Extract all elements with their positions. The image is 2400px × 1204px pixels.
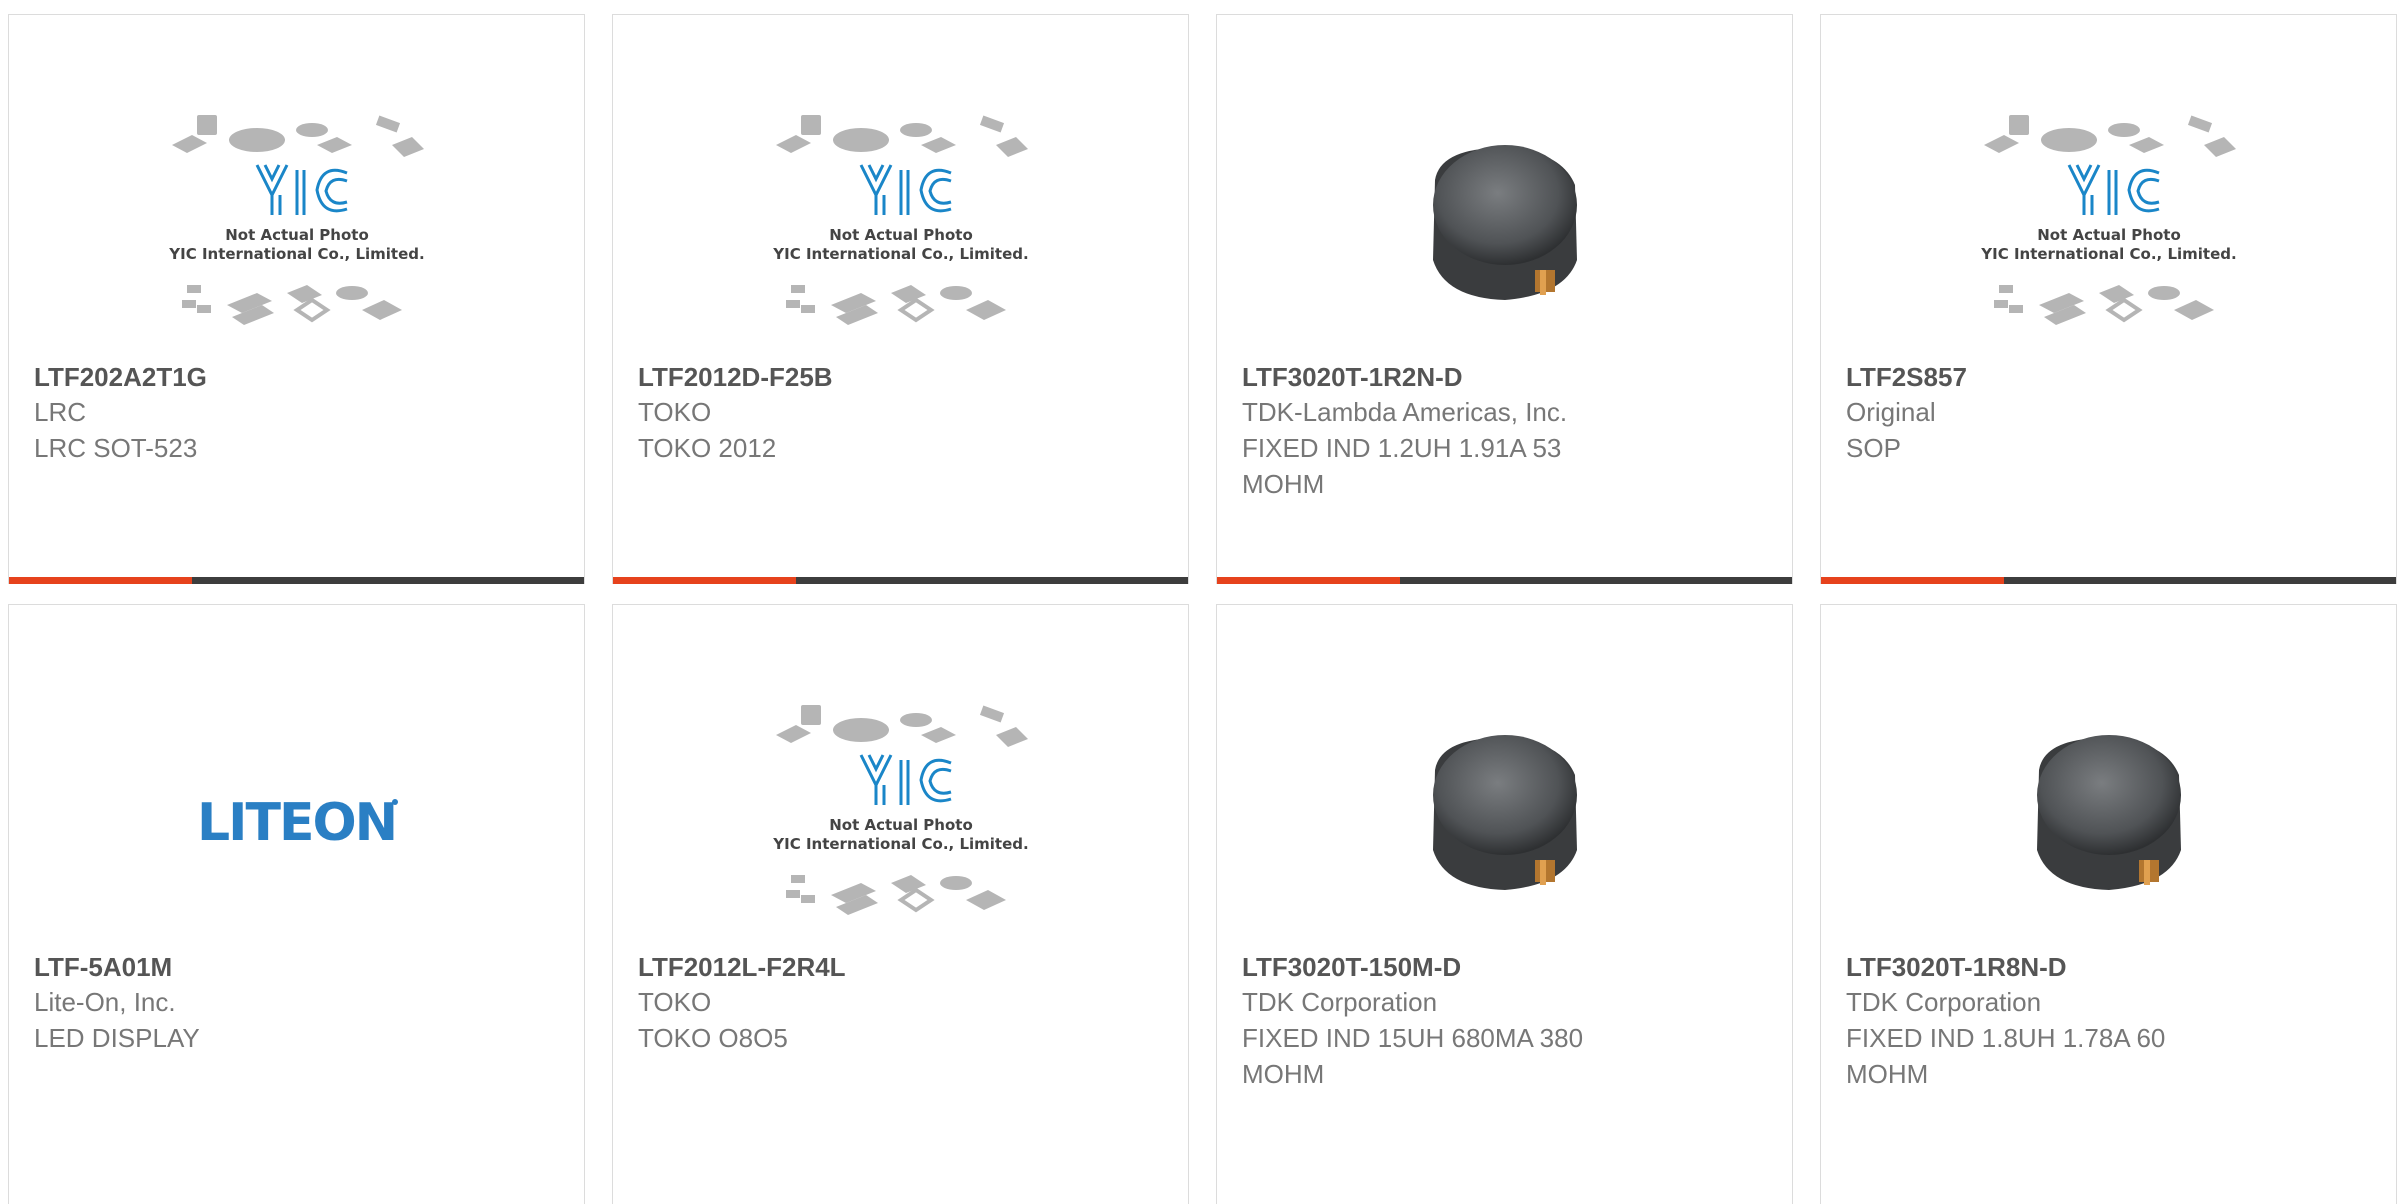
manufacturer: LRC <box>34 397 87 427</box>
product-card[interactable]: Not Actual Photo YIC International Co., … <box>612 14 1189 584</box>
yic-placeholder-image: Not Actual Photo YIC International Co., … <box>772 115 1028 325</box>
part-number[interactable]: LTF3020T-150M-D <box>1242 950 1767 984</box>
manufacturer: TDK Corporation <box>1242 987 1438 1017</box>
description: FIXED IND 15UH 680MA 380 MOHM <box>1242 1023 1584 1089</box>
product-image-placeholder[interactable]: Not Actual Photo YIC International Co., … <box>613 685 1188 955</box>
placeholder-line2: YIC International Co., Limited. <box>168 245 424 263</box>
placeholder-line1: Not Actual Photo <box>225 226 369 244</box>
yic-placeholder-image: Not Actual Photo YIC International Co., … <box>772 705 1028 915</box>
placeholder-line1: Not Actual Photo <box>2037 226 2181 244</box>
product-card[interactable]: LITEON LTF-5A01M Lite-On, Inc. LED DISPL… <box>8 604 585 1204</box>
liteon-logo: LITEON <box>197 793 398 853</box>
product-image-placeholder[interactable]: Not Actual Photo YIC International Co., … <box>1821 95 2396 365</box>
manufacturer: TOKO <box>638 397 712 427</box>
product-card[interactable]: LTF3020T-1R8N-D TDK Corporation FIXED IN… <box>1820 604 2397 1204</box>
description: TOKO O8O5 <box>638 1023 788 1053</box>
manufacturer: TDK Corporation <box>1846 987 2042 1017</box>
product-image[interactable] <box>1821 685 2396 955</box>
card-footer-bar <box>1217 577 1792 584</box>
placeholder-line1: Not Actual Photo <box>829 226 973 244</box>
manufacturer: TDK-Lambda Americas, Inc. <box>1242 397 1568 427</box>
card-footer-bar <box>1821 577 2396 584</box>
card-footer-bar <box>613 577 1188 584</box>
product-image[interactable]: LITEON <box>9 685 584 955</box>
part-number[interactable]: LTF2012D-F25B <box>638 360 1163 394</box>
manufacturer: Lite-On, Inc. <box>34 987 176 1017</box>
description: LRC SOT-523 <box>34 433 198 463</box>
logo-text: LITEON <box>197 793 396 853</box>
product-card[interactable]: LTF3020T-150M-D TDK Corporation FIXED IN… <box>1216 604 1793 1204</box>
manufacturer: Original <box>1846 397 1936 427</box>
description: FIXED IND 1.8UH 1.78A 60 MOHM <box>1846 1023 2166 1089</box>
description: SOP <box>1846 433 1901 463</box>
product-image[interactable] <box>1217 685 1792 955</box>
inductor-image <box>2036 735 2181 890</box>
product-card[interactable]: LTF3020T-1R2N-D TDK-Lambda Americas, Inc… <box>1216 14 1793 584</box>
product-grid: Not Actual Photo YIC International Co., … <box>0 0 2400 1204</box>
part-number[interactable]: LTF3020T-1R8N-D <box>1846 950 2371 984</box>
manufacturer: TOKO <box>638 987 712 1017</box>
placeholder-line1: Not Actual Photo <box>829 816 973 834</box>
part-number[interactable]: LTF202A2T1G <box>34 360 559 394</box>
product-image[interactable] <box>1217 95 1792 365</box>
part-number[interactable]: LTF3020T-1R2N-D <box>1242 360 1767 394</box>
placeholder-line2: YIC International Co., Limited. <box>772 835 1028 853</box>
inductor-image <box>1432 145 1577 300</box>
part-number[interactable]: LTF2S857 <box>1846 360 2371 394</box>
card-footer-bar <box>9 577 584 584</box>
yic-placeholder-image: Not Actual Photo YIC International Co., … <box>1980 115 2236 325</box>
inductor-image <box>1432 735 1577 890</box>
placeholder-line2: YIC International Co., Limited. <box>772 245 1028 263</box>
description: TOKO 2012 <box>638 433 777 463</box>
description: FIXED IND 1.2UH 1.91A 53 MOHM <box>1242 433 1562 499</box>
product-card[interactable]: Not Actual Photo YIC International Co., … <box>1820 14 2397 584</box>
part-number[interactable]: LTF2012L-F2R4L <box>638 950 1163 984</box>
product-image-placeholder[interactable]: Not Actual Photo YIC International Co., … <box>613 95 1188 365</box>
product-card[interactable]: Not Actual Photo YIC International Co., … <box>8 14 585 584</box>
product-image-placeholder[interactable]: Not Actual Photo YIC International Co., … <box>9 95 584 365</box>
part-number[interactable]: LTF-5A01M <box>34 950 559 984</box>
yic-placeholder-image: Not Actual Photo YIC International Co., … <box>168 115 424 325</box>
placeholder-line2: YIC International Co., Limited. <box>1980 245 2236 263</box>
product-card[interactable]: Not Actual Photo YIC International Co., … <box>612 604 1189 1204</box>
description: LED DISPLAY <box>34 1023 200 1053</box>
